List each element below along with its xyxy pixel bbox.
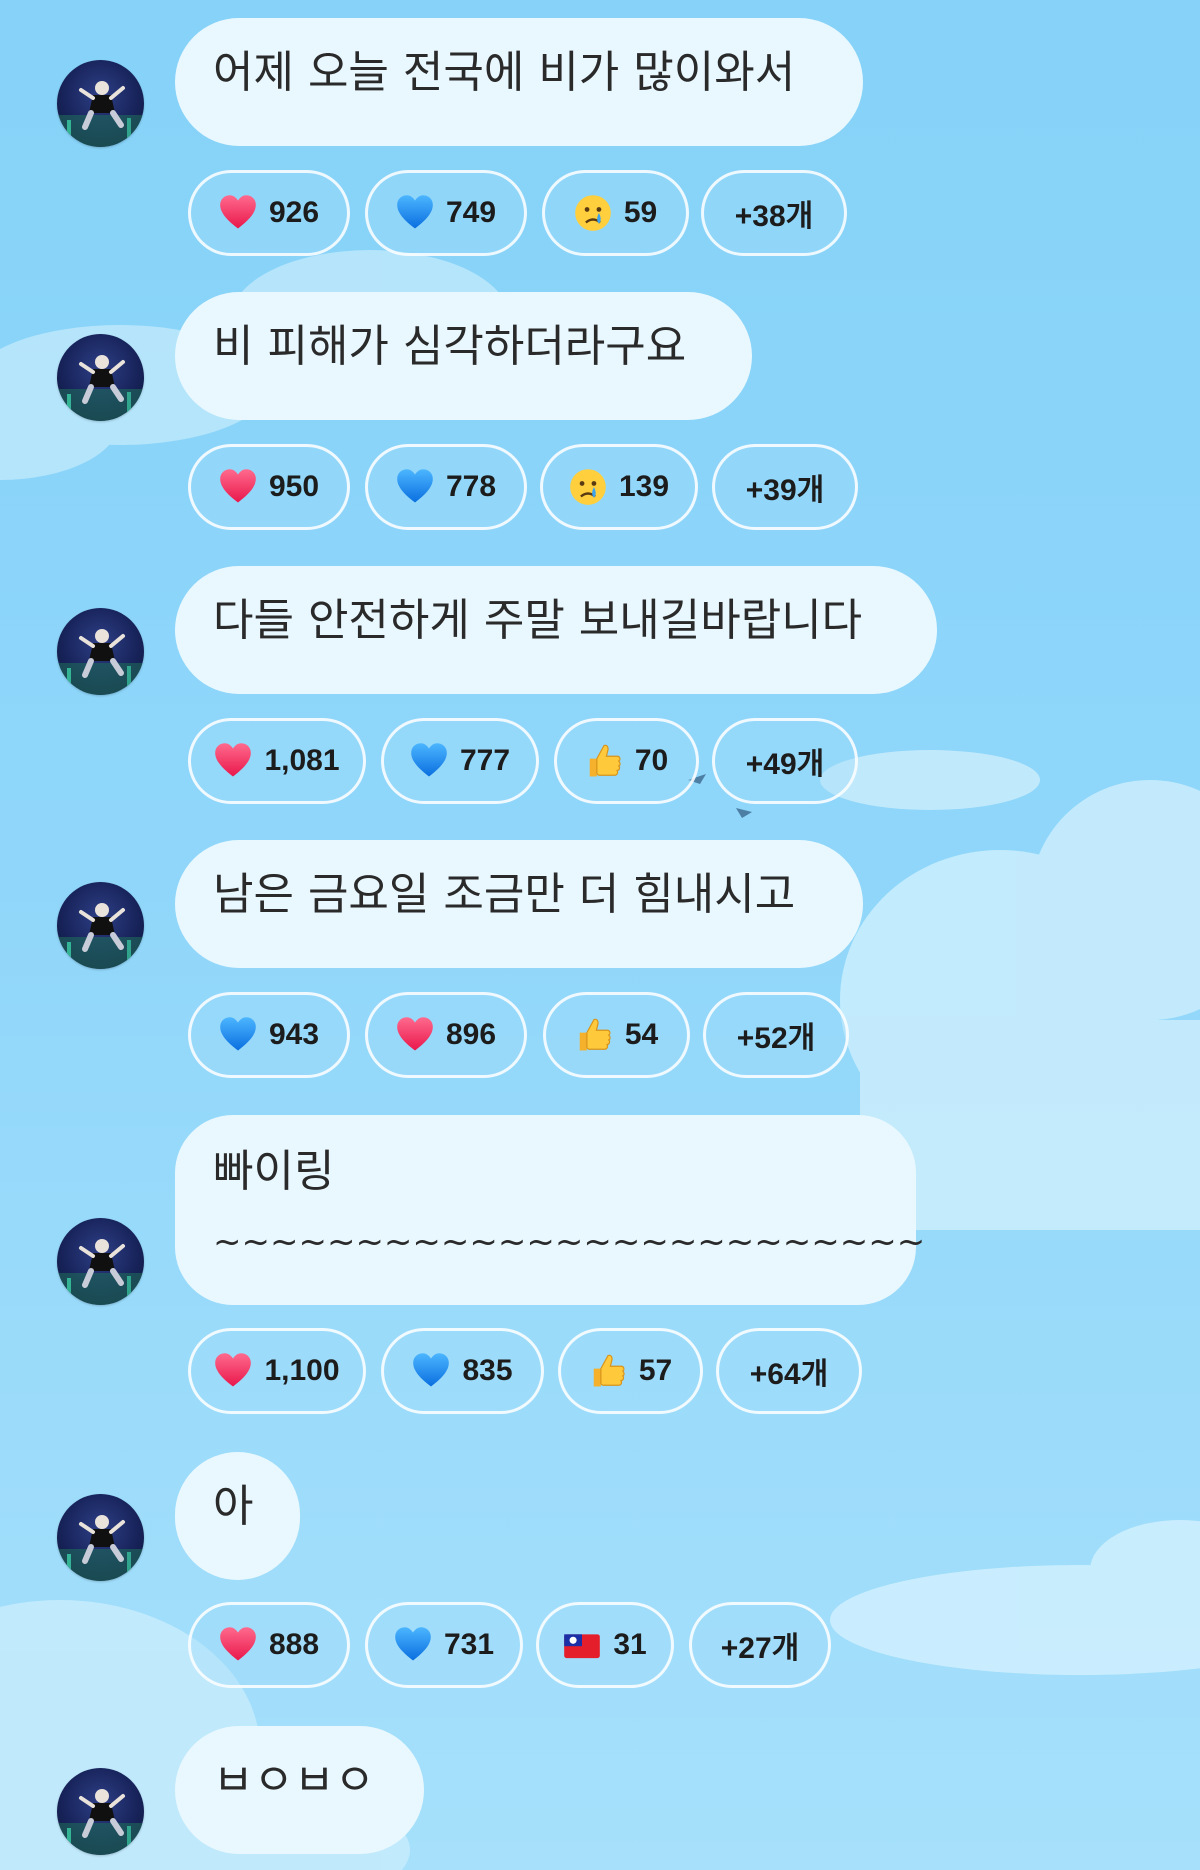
reaction-chip[interactable]: 31 [536, 1602, 674, 1688]
reaction-count: 70 [634, 744, 669, 777]
thumbs-up-icon [589, 1352, 627, 1390]
reaction-chip[interactable]: 888 [188, 1602, 350, 1688]
reaction-chip[interactable]: 59 [542, 170, 689, 256]
reaction-count: 943 [268, 1018, 320, 1051]
avatar[interactable] [57, 608, 144, 695]
reaction-count: 59 [623, 196, 658, 229]
reaction-chip[interactable]: 835 [381, 1328, 544, 1414]
blue-heart-icon [219, 1016, 257, 1054]
more-reactions-button[interactable]: +49개 [712, 718, 858, 804]
message-bubble[interactable]: 빠이링 ~~~~~~~~~~~~~~~~~~~~~~~~~ [175, 1115, 926, 1305]
more-reactions-label: +64개 [749, 1358, 829, 1391]
message-bubble[interactable]: 비 피해가 심각하더라구요 [175, 292, 752, 420]
reaction-count: 896 [445, 1018, 497, 1051]
red-heart-icon [219, 468, 257, 506]
message-bubble[interactable]: ㅂㅇㅂㅇ [175, 1726, 424, 1854]
message-feed: 어제 오늘 전국에 비가 많이와서 926 749 59 +38개비 피해가 심각하더라… [0, 0, 1200, 1870]
blue-heart-icon [394, 1626, 432, 1664]
avatar[interactable] [57, 1494, 144, 1581]
message-bubble[interactable]: 남은 금요일 조금만 더 힘내시고 [175, 840, 863, 968]
reaction-chip[interactable]: 54 [543, 992, 690, 1078]
reaction-chip[interactable]: 943 [188, 992, 350, 1078]
reaction-count: 731 [443, 1628, 495, 1661]
message-bubble[interactable]: 어제 오늘 전국에 비가 많이와서 [175, 18, 863, 146]
thumbs-up-icon [585, 742, 623, 780]
message-text: 어제 오늘 전국에 비가 많이와서 [213, 47, 796, 98]
reaction-count: 926 [268, 196, 320, 229]
avatar[interactable] [57, 882, 144, 969]
taiwan-flag-icon [563, 1626, 601, 1664]
reaction-count: 1,081 [264, 744, 340, 777]
message-text: ㅂㅇㅂㅇ [213, 1755, 375, 1806]
crying-face-icon [574, 194, 612, 232]
more-reactions-label: +49개 [745, 748, 825, 781]
reaction-chip[interactable]: 1,100 [188, 1328, 366, 1414]
red-heart-icon [214, 742, 252, 780]
thumbs-up-icon [575, 1016, 613, 1054]
more-reactions-button[interactable]: +64개 [716, 1328, 862, 1414]
more-reactions-button[interactable]: +38개 [701, 170, 847, 256]
more-reactions-label: +39개 [745, 474, 825, 507]
avatar[interactable] [57, 1218, 144, 1305]
message-text: 아 [213, 1481, 254, 1532]
reaction-count: 54 [624, 1018, 659, 1051]
reaction-count: 835 [462, 1354, 513, 1387]
message-text: 남은 금요일 조금만 더 힘내시고 [213, 869, 796, 920]
message-bubble[interactable]: 아 [175, 1452, 300, 1580]
more-reactions-label: +27개 [720, 1632, 800, 1665]
reaction-chip[interactable]: 1,081 [188, 718, 366, 804]
red-heart-icon [219, 1626, 257, 1664]
blue-heart-icon [412, 1352, 450, 1390]
reaction-chip[interactable]: 731 [365, 1602, 523, 1688]
reaction-count: 778 [445, 470, 497, 503]
more-reactions-button[interactable]: +52개 [703, 992, 849, 1078]
avatar[interactable] [57, 334, 144, 421]
reaction-chip[interactable]: 70 [554, 718, 699, 804]
avatar[interactable] [57, 60, 144, 147]
red-heart-icon [219, 194, 257, 232]
reaction-chip[interactable]: 778 [365, 444, 527, 530]
reaction-chip[interactable]: 139 [540, 444, 698, 530]
reaction-chip[interactable]: 749 [365, 170, 527, 256]
reaction-count: 31 [613, 1628, 647, 1661]
reaction-chip[interactable]: 896 [365, 992, 527, 1078]
message-bubble[interactable]: 다들 안전하게 주말 보내길바랍니다 [175, 566, 937, 694]
reaction-count: 950 [268, 470, 320, 503]
message-text-line: 빠이링 [213, 1146, 335, 1197]
blue-heart-icon [410, 742, 448, 780]
reaction-chip[interactable]: 57 [558, 1328, 703, 1414]
message-text-line: ~~~~~~~~~~~~~~~~~~~~~~~~~ [213, 1222, 926, 1262]
reaction-count: 1,100 [264, 1354, 340, 1387]
more-reactions-button[interactable]: +27개 [689, 1602, 831, 1688]
reaction-count: 777 [459, 744, 511, 777]
reaction-chip[interactable]: 777 [381, 718, 539, 804]
reaction-count: 139 [618, 470, 670, 503]
avatar[interactable] [57, 1768, 144, 1855]
message-text: 다들 안전하게 주말 보내길바랍니다 [213, 595, 863, 646]
reaction-chip[interactable]: 926 [188, 170, 350, 256]
crying-face-icon [569, 468, 607, 506]
more-reactions-button[interactable]: +39개 [712, 444, 858, 530]
reaction-chip[interactable]: 950 [188, 444, 350, 530]
red-heart-icon [214, 1352, 252, 1390]
blue-heart-icon [396, 468, 434, 506]
reaction-count: 888 [268, 1628, 320, 1661]
red-heart-icon [396, 1016, 434, 1054]
message-text: 비 피해가 심각하더라구요 [213, 321, 687, 372]
reaction-count: 57 [638, 1354, 673, 1387]
more-reactions-label: +38개 [734, 200, 814, 233]
reaction-count: 749 [445, 196, 497, 229]
blue-heart-icon [396, 194, 434, 232]
more-reactions-label: +52개 [736, 1022, 816, 1055]
